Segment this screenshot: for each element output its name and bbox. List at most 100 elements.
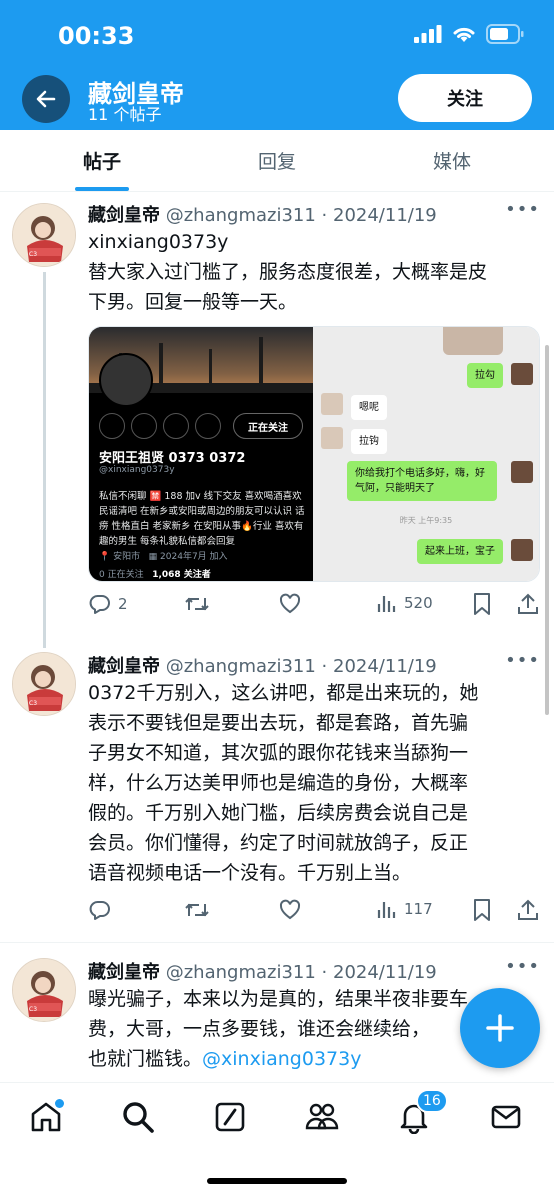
- post-count: 11 个帖子: [88, 105, 162, 124]
- post-text-line: 0372千万别入，这么讲吧，都是出来玩的，她: [88, 682, 479, 704]
- profile-avatar: [99, 353, 153, 407]
- repost-icon: [185, 903, 209, 917]
- chat-bubble: 起来上班，宝子: [417, 539, 503, 564]
- scrollbar[interactable]: [545, 345, 549, 715]
- notifications-badge: 16: [416, 1089, 448, 1113]
- chat-bubble: 你给我打个电话多好，嗨，好气阿，只能明天了: [347, 461, 497, 501]
- profile-display-name: 安阳王祖贤 0373 0372: [99, 451, 246, 466]
- post-header: 藏剑皇帝 @zhangmazi311 · 2024/11/19: [88, 201, 437, 227]
- share-button[interactable]: [516, 592, 540, 616]
- mention-link[interactable]: @xinxiang0373y: [202, 1048, 361, 1070]
- bookmark-button[interactable]: [472, 898, 492, 922]
- chat-avatar: [511, 539, 533, 561]
- author-name[interactable]: 藏剑皇帝: [88, 656, 160, 677]
- avatar[interactable]: C3: [12, 203, 76, 267]
- repost-button[interactable]: [184, 898, 210, 922]
- post-media[interactable]: 正在关注 安阳王祖贤 0373 0372 @xinxiang0373y 私信不闲…: [88, 326, 540, 582]
- nav-notifications[interactable]: 16: [394, 1089, 448, 1137]
- avatar[interactable]: C3: [12, 958, 76, 1022]
- repost-button[interactable]: [184, 592, 210, 616]
- profile-bio: 私信不闲聊 🈲 188 加v 线下交友 喜欢喝酒喜欢民谣清吧 在新乡或安阳或周边…: [99, 491, 305, 547]
- like-button[interactable]: [278, 898, 302, 922]
- chat-avatar: [511, 461, 533, 483]
- avatar[interactable]: C3: [12, 652, 76, 716]
- tab-replies[interactable]: 回复: [204, 130, 350, 191]
- post-header: 藏剑皇帝 @zhangmazi311 · 2024/11/19: [88, 958, 437, 984]
- more-options-icon[interactable]: •••: [505, 199, 540, 220]
- post-2[interactable]: C3 藏剑皇帝 @zhangmazi311 · 2024/11/19 ••• 0…: [0, 642, 554, 940]
- reply-button[interactable]: 2: [88, 592, 128, 616]
- nav-messages[interactable]: [486, 1097, 526, 1137]
- share-button[interactable]: [516, 898, 540, 922]
- mail-icon: [491, 1105, 521, 1129]
- author-name[interactable]: 藏剑皇帝: [88, 962, 160, 983]
- nav-communities[interactable]: [302, 1097, 342, 1137]
- more-icon: [99, 413, 125, 439]
- subscribe-icon: [195, 413, 221, 439]
- chat-timestamp: 昨天 上午9:35: [399, 516, 453, 525]
- chat-bubble: 嗯呢: [351, 395, 387, 420]
- post-text: xinxiang0373y 替大家入过门槛了，服务态度很差，大概率是皮 下男。回…: [88, 227, 540, 317]
- message-icon: [163, 413, 189, 439]
- reply-icon: [89, 595, 110, 614]
- svg-text:C3: C3: [29, 700, 37, 707]
- status-time: 00:33: [58, 22, 135, 50]
- post-text-line: xinxiang0373y: [88, 231, 229, 253]
- plus-icon: [486, 1014, 514, 1042]
- post-text-line: 语音视频电话一个没有。千万别上当。: [88, 862, 412, 884]
- share-icon: [518, 593, 538, 614]
- more-options-icon[interactable]: •••: [505, 650, 540, 671]
- post-text-line: 子男女不知道，其次弧的跟你花钱来当舔狗一: [88, 742, 469, 764]
- wifi-icon: [453, 27, 475, 42]
- author-meta: @zhangmazi311 · 2024/11/19: [165, 656, 437, 677]
- nav-search[interactable]: [118, 1097, 158, 1137]
- profile-handle: @xinxiang0373y: [99, 465, 175, 475]
- chat-photo: [443, 327, 503, 355]
- chat-avatar: [511, 363, 533, 385]
- author-meta: @zhangmazi311 · 2024/11/19: [165, 205, 437, 226]
- tab-posts[interactable]: 帖子: [0, 130, 204, 191]
- post-divider: [0, 942, 554, 943]
- status-icons: [414, 24, 524, 44]
- reply-button[interactable]: [88, 898, 112, 922]
- views-button[interactable]: 520: [376, 592, 433, 614]
- compose-button[interactable]: [460, 988, 540, 1068]
- post-text-line: 假的。千万别入她门槛，后续房费会说自己是: [88, 802, 469, 824]
- svg-text:C3: C3: [29, 251, 37, 258]
- bookmark-icon: [474, 593, 490, 615]
- back-button[interactable]: [22, 75, 70, 123]
- post-text-line: 表示不要钱但是要出去玩，都是套路，首先骗: [88, 712, 469, 734]
- search-icon: [123, 1102, 154, 1133]
- svg-text:C3: C3: [29, 1006, 37, 1013]
- post-text: 0372千万别入，这么讲吧，都是出来玩的，她 表示不要钱但是要出去玩，都是套路，…: [88, 678, 540, 888]
- bookmark-icon: [474, 899, 490, 921]
- tab-media[interactable]: 媒体: [350, 130, 554, 191]
- chat-bubble: 拉勾: [467, 363, 503, 388]
- media-image-profile[interactable]: 正在关注 安阳王祖贤 0373 0372 @xinxiang0373y 私信不闲…: [89, 327, 313, 581]
- views-icon: [377, 902, 396, 918]
- chat-avatar: [321, 427, 343, 449]
- post-actions: 117: [88, 898, 540, 926]
- nav-grok[interactable]: [210, 1097, 250, 1137]
- arrow-left-icon: [36, 90, 56, 108]
- post-text-line: 下男。回复一般等一天。: [88, 291, 298, 313]
- share-icon: [518, 899, 538, 920]
- follow-button[interactable]: 关注: [398, 74, 532, 122]
- profile-tabs: 帖子 回复 媒体: [0, 130, 554, 192]
- post-text-line: 替大家入过门槛了，服务态度很差，大概率是皮: [88, 261, 488, 283]
- more-options-icon[interactable]: •••: [505, 956, 540, 977]
- author-meta: @zhangmazi311 · 2024/11/19: [165, 962, 437, 983]
- like-button[interactable]: [278, 592, 302, 616]
- profile-header: 00:33 藏剑皇帝 11 个帖子 关注: [0, 0, 554, 130]
- nav-home[interactable]: [26, 1097, 66, 1137]
- communities-icon: [305, 1103, 339, 1130]
- reply-icon: [89, 901, 110, 920]
- post-actions: 2 520: [88, 592, 540, 620]
- views-button[interactable]: 117: [376, 898, 433, 920]
- media-image-chat[interactable]: 拉勾 嗯呢 拉钩 你给我打个电话多好，嗨，好气阿，只能明天了 昨天 上午9:35…: [313, 327, 539, 581]
- author-name[interactable]: 藏剑皇帝: [88, 205, 160, 226]
- views-icon: [377, 596, 396, 612]
- repost-icon: [185, 597, 209, 611]
- bookmark-button[interactable]: [472, 592, 492, 616]
- grok-icon: [215, 1102, 245, 1132]
